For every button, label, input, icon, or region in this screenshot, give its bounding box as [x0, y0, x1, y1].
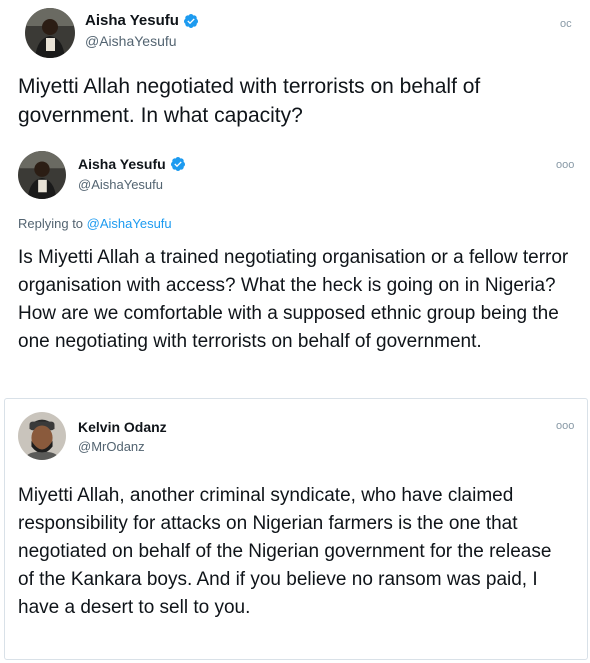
more-options-icon[interactable]: ooo: [556, 420, 574, 432]
tweet-text: Miyetti Allah, another criminal syndicat…: [18, 485, 552, 618]
author-name[interactable]: Kelvin Odanz: [78, 419, 167, 435]
tweet-text: Is Miyetti Allah a trained negotiating o…: [18, 247, 569, 352]
author-name[interactable]: Aisha Yesufu: [85, 12, 179, 29]
author-handle[interactable]: @AishaYesufu: [85, 33, 177, 49]
tweet-1: Aisha Yesufu @AishaYesufu oc Miyetti All…: [0, 0, 590, 140]
more-options-icon[interactable]: ooo: [556, 159, 574, 171]
author-row: Aisha Yesufu: [78, 156, 186, 172]
verified-badge-icon: [170, 156, 186, 172]
author-row: Aisha Yesufu: [85, 12, 199, 29]
author-handle[interactable]: @AishaYesufu: [78, 177, 163, 192]
author-handle[interactable]: @MrOdanz: [78, 439, 145, 454]
avatar-aisha-yesufu[interactable]: [18, 151, 66, 199]
verified-badge-icon: [183, 13, 199, 29]
tweet-2: Aisha Yesufu @AishaYesufu ooo Replying t…: [0, 140, 590, 395]
tweet-text: Miyetti Allah negotiated with terrorists…: [18, 75, 481, 127]
avatar-kelvin-odanz[interactable]: [18, 412, 66, 460]
replying-prefix: Replying to: [18, 216, 87, 231]
author-name[interactable]: Aisha Yesufu: [78, 156, 166, 172]
tweet-3: Kelvin Odanz @MrOdanz ooo Miyetti Allah,…: [0, 398, 590, 660]
avatar-aisha-yesufu[interactable]: [25, 8, 75, 58]
more-options-icon[interactable]: oc: [560, 18, 572, 30]
author-row: Kelvin Odanz: [78, 419, 167, 435]
replying-mention-link[interactable]: @AishaYesufu: [87, 216, 172, 231]
replying-to: Replying to @AishaYesufu: [18, 216, 172, 231]
